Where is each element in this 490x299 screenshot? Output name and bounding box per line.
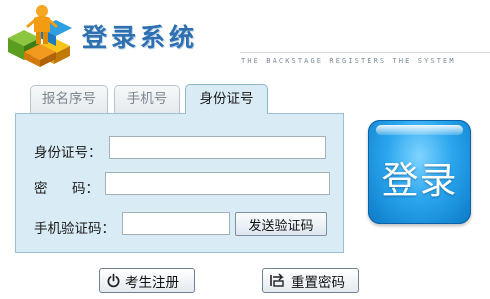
id-number-input[interactable] bbox=[109, 136, 326, 159]
tab-phone-number[interactable]: 手机号 bbox=[114, 85, 180, 113]
logo-icon bbox=[8, 5, 72, 67]
tab-id-card-number[interactable]: 身份证号 bbox=[185, 84, 268, 115]
login-form-panel: 身份证号： 密码： 手机验证码： 发送验证码 bbox=[15, 113, 344, 253]
power-icon bbox=[107, 273, 120, 288]
app-title: 登录系统 bbox=[82, 23, 199, 52]
sms-code-input[interactable] bbox=[122, 212, 230, 235]
reset-password-button-label: 重置密码 bbox=[291, 274, 345, 291]
tab-registration-number[interactable]: 报名序号 bbox=[30, 85, 108, 113]
password-input[interactable] bbox=[105, 172, 330, 195]
send-sms-code-button[interactable]: 发送验证码 bbox=[235, 212, 327, 236]
login-button-label: 登录 bbox=[381, 159, 458, 202]
login-button[interactable]: 登录 bbox=[368, 120, 471, 224]
app-subtitle: THE BACKSTAGE REGISTERS THE SYSTEM bbox=[241, 57, 456, 65]
reset-password-button[interactable]: 重置密码 bbox=[262, 268, 359, 293]
id-number-label: 身份证号： bbox=[34, 145, 102, 161]
password-label: 密码： bbox=[34, 181, 99, 197]
header-divider bbox=[240, 52, 490, 53]
sms-code-label: 手机验证码： bbox=[34, 221, 115, 237]
register-button[interactable]: 考生注册 bbox=[99, 268, 195, 293]
register-button-label: 考生注册 bbox=[125, 274, 179, 291]
reset-icon bbox=[270, 273, 284, 287]
